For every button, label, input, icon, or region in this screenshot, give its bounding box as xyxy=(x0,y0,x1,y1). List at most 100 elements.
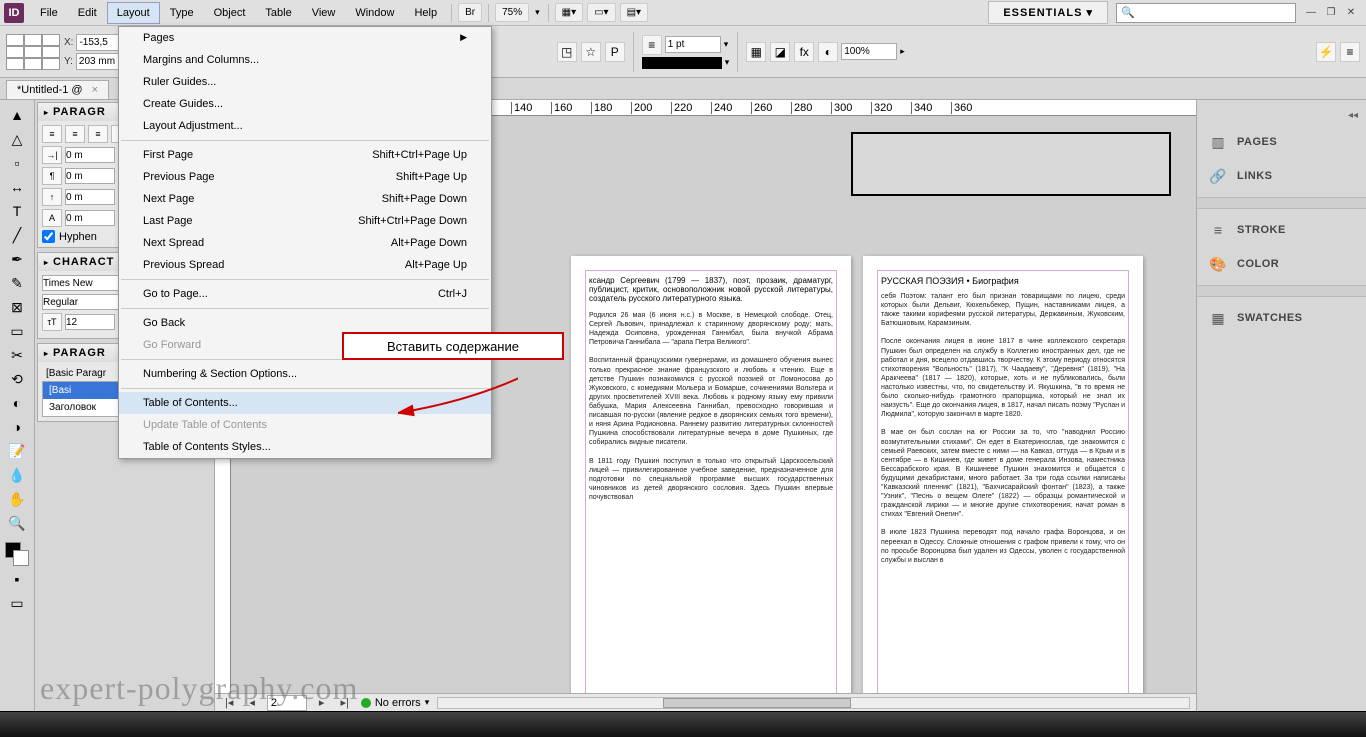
swatches-panel-tab[interactable]: ▦SWATCHES xyxy=(1197,301,1366,335)
menu-toc-styles[interactable]: Table of Contents Styles... xyxy=(119,436,491,458)
pages-panel-tab[interactable]: ▥PAGES xyxy=(1197,125,1366,159)
menu-margins[interactable]: Margins and Columns... xyxy=(119,49,491,71)
dropcap[interactable] xyxy=(65,210,115,226)
zoom-dropdown-icon[interactable]: ▾ xyxy=(531,7,544,18)
space-before[interactable] xyxy=(65,189,115,205)
menu-type[interactable]: Type xyxy=(160,2,204,24)
stroke-style[interactable] xyxy=(642,57,722,69)
menu-first-page[interactable]: First PageShift+Ctrl+Page Up xyxy=(119,144,491,166)
zoom-level[interactable]: 75% xyxy=(495,3,529,22)
quick-apply-icon[interactable]: ⚡ xyxy=(1316,42,1336,62)
menu-table[interactable]: Table xyxy=(255,2,301,24)
menu-window[interactable]: Window xyxy=(345,2,404,24)
pathfinder-icon[interactable]: P xyxy=(605,42,625,62)
first-page-nav[interactable]: |◂ xyxy=(221,696,237,709)
scrollbar-thumb[interactable] xyxy=(663,698,851,708)
scissors-tool[interactable]: ✂ xyxy=(5,344,29,366)
type-tool[interactable]: T xyxy=(5,200,29,222)
menu-object[interactable]: Object xyxy=(204,2,256,24)
collapse-panels-icon[interactable]: ◂◂ xyxy=(1197,106,1366,125)
line-tool[interactable]: ╱ xyxy=(5,224,29,246)
menu-view[interactable]: View xyxy=(302,2,346,24)
gap-tool[interactable]: ↔ xyxy=(5,176,29,198)
os-taskbar[interactable] xyxy=(0,711,1366,737)
next-page-nav[interactable]: ▸ xyxy=(315,696,329,709)
direct-selection-tool[interactable]: △ xyxy=(5,128,29,150)
opacity-input[interactable] xyxy=(841,43,897,60)
menu-prev-spread[interactable]: Previous SpreadAlt+Page Up xyxy=(119,254,491,276)
menu-goto-page[interactable]: Go to Page...Ctrl+J xyxy=(119,283,491,305)
selection-tool[interactable]: ▲ xyxy=(5,104,29,126)
dropdown-icon[interactable]: ▾ xyxy=(725,57,730,68)
gradient-swatch-tool[interactable]: ◐ xyxy=(5,392,29,414)
page-number-field[interactable]: 2 xyxy=(267,695,307,711)
rectangle-frame-tool[interactable]: ⊠ xyxy=(5,296,29,318)
drop-shadow-icon[interactable]: ◪ xyxy=(770,42,790,62)
screen-mode[interactable]: ▭ xyxy=(5,592,29,614)
menu-layout-adjustment[interactable]: Layout Adjustment... xyxy=(119,115,491,137)
dropdown-icon[interactable]: ▾ xyxy=(724,39,729,50)
menu-next-page[interactable]: Next PageShift+Page Down xyxy=(119,188,491,210)
indent-first[interactable] xyxy=(65,168,115,184)
screen-mode-button[interactable]: ▭▾ xyxy=(587,3,615,22)
app-logo[interactable]: ID xyxy=(4,3,24,23)
preflight-status[interactable]: No errors▾ xyxy=(361,697,429,709)
stroke-panel-tab[interactable]: ≡STROKE xyxy=(1197,213,1366,247)
page-left[interactable]: ксандр Сергеевич (1799 — 1837), поэт, пр… xyxy=(571,256,851,693)
menu-create-guides[interactable]: Create Guides... xyxy=(119,93,491,115)
corner-icon[interactable]: ◳ xyxy=(557,42,577,62)
align-right-icon[interactable]: ≡ xyxy=(88,125,108,143)
restore-button[interactable]: ❐ xyxy=(1324,6,1338,20)
menu-last-page[interactable]: Last PageShift+Ctrl+Page Down xyxy=(119,210,491,232)
bridge-button[interactable]: Br xyxy=(458,3,482,22)
close-tab-icon[interactable]: × xyxy=(92,84,98,96)
menu-next-spread[interactable]: Next SpreadAlt+Page Down xyxy=(119,232,491,254)
arrange-button[interactable]: ▤▾ xyxy=(620,3,648,22)
pen-tool[interactable]: ✒ xyxy=(5,248,29,270)
eyedropper-tool[interactable]: 💧 xyxy=(5,464,29,486)
align-left-icon[interactable]: ≡ xyxy=(42,125,62,143)
view-mode-button[interactable]: ▦▾ xyxy=(555,3,583,22)
horizontal-scrollbar[interactable] xyxy=(437,697,1190,709)
apply-color[interactable]: ▪ xyxy=(5,568,29,590)
menu-edit[interactable]: Edit xyxy=(68,2,107,24)
page-tool[interactable]: ▫ xyxy=(5,152,29,174)
menu-go-back[interactable]: Go Back xyxy=(119,312,491,334)
effects-icon[interactable]: ▦ xyxy=(746,42,766,62)
indent-first-icon: ¶ xyxy=(42,167,62,185)
menu-layout[interactable]: Layout xyxy=(107,2,160,24)
zoom-tool[interactable]: 🔍 xyxy=(5,512,29,534)
workspace-switcher[interactable]: ESSENTIALS ▾ xyxy=(988,1,1108,24)
search-field[interactable]: 🔍 xyxy=(1116,3,1296,23)
fill-stroke-swatch[interactable] xyxy=(5,542,29,566)
stroke-weight[interactable] xyxy=(665,36,721,53)
menu-pages[interactable]: Pages▶ xyxy=(119,27,491,49)
fx-icon[interactable]: fx xyxy=(794,42,814,62)
path-icon[interactable]: ☆ xyxy=(581,42,601,62)
reference-point-grid[interactable] xyxy=(6,34,60,70)
free-transform-tool[interactable]: ⟲ xyxy=(5,368,29,390)
prev-page-nav[interactable]: ◂ xyxy=(245,696,259,709)
close-button[interactable]: ✕ xyxy=(1344,6,1358,20)
page-right[interactable]: РУССКАЯ ПОЭЗИЯ • Биография себя Поэтом: … xyxy=(863,256,1143,693)
menu-prev-page[interactable]: Previous PageShift+Page Up xyxy=(119,166,491,188)
panel-menu-icon[interactable]: ≡ xyxy=(1340,42,1360,62)
links-panel-tab[interactable]: 🔗LINKS xyxy=(1197,159,1366,193)
document-tab[interactable]: *Untitled-1 @ × xyxy=(6,80,109,99)
font-size[interactable] xyxy=(65,314,115,330)
indent-left[interactable] xyxy=(65,147,115,163)
hand-tool[interactable]: ✋ xyxy=(5,488,29,510)
minimize-button[interactable]: — xyxy=(1304,6,1318,20)
rectangle-tool[interactable]: ▭ xyxy=(5,320,29,342)
pencil-tool[interactable]: ✎ xyxy=(5,272,29,294)
menu-ruler-guides[interactable]: Ruler Guides... xyxy=(119,71,491,93)
gradient-feather-tool[interactable]: ◑ xyxy=(5,416,29,438)
menu-help[interactable]: Help xyxy=(404,2,447,24)
align-center-icon[interactable]: ≡ xyxy=(65,125,85,143)
last-page-nav[interactable]: ▸| xyxy=(336,696,352,709)
selected-frame[interactable] xyxy=(851,132,1171,196)
note-tool[interactable]: 📝 xyxy=(5,440,29,462)
color-panel-tab[interactable]: 🎨COLOR xyxy=(1197,247,1366,281)
hyphenate-checkbox[interactable] xyxy=(42,230,55,243)
menu-file[interactable]: File xyxy=(30,2,68,24)
